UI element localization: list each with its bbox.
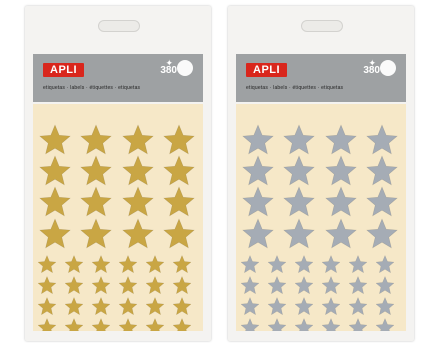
pack-header: APLI ✦ 380 etiquetas · labels · étiquett… [236, 54, 406, 102]
large-star-sticker [39, 218, 71, 249]
large-star-sticker [122, 218, 154, 249]
large-star-sticker [163, 218, 195, 249]
small-star-sticker [348, 254, 368, 274]
large-star-sticker [80, 186, 112, 217]
large-star-sticker [122, 186, 154, 217]
small-star-sticker [375, 317, 395, 331]
small-star-sticker [321, 317, 341, 331]
large-star-sticker [80, 155, 112, 186]
brand-logo: APLI [246, 63, 288, 77]
brand-logo: APLI [43, 63, 85, 77]
large-star-sticker [283, 124, 315, 155]
large-star-sticker [325, 186, 357, 217]
large-star-sticker [325, 124, 357, 155]
large-star-sticker [242, 124, 274, 155]
small-star-sticker [91, 296, 111, 316]
small-star-sticker [267, 296, 287, 316]
gold-sticker-pack: APLI ✦ 380 etiquetas · labels · étiquett… [25, 6, 211, 341]
small-star-sticker [375, 296, 395, 316]
small-star-sticker [267, 275, 287, 295]
small-star-sticker [375, 254, 395, 274]
large-star-sticker [366, 186, 398, 217]
small-star-sticker [294, 296, 314, 316]
large-star-sticker [366, 124, 398, 155]
small-star-sticker [64, 296, 84, 316]
large-star-sticker [80, 124, 112, 155]
small-star-sticker [145, 317, 165, 331]
large-star-sticker [242, 186, 274, 217]
label-languages: etiquetas · labels · étiquettes · etique… [246, 85, 344, 91]
small-star-sticker [240, 275, 260, 295]
small-star-sticker [348, 275, 368, 295]
small-star-sticker [172, 275, 192, 295]
small-star-sticker [321, 296, 341, 316]
large-star-sticker [366, 218, 398, 249]
small-star-sticker [240, 254, 260, 274]
small-star-sticker [348, 296, 368, 316]
large-star-sticker [80, 218, 112, 249]
large-star-sticker [325, 218, 357, 249]
small-star-sticker [64, 275, 84, 295]
small-star-sticker [321, 254, 341, 274]
small-star-sticker [37, 317, 57, 331]
small-star-sticker [240, 296, 260, 316]
hang-tab [301, 20, 343, 32]
large-star-sticker [163, 124, 195, 155]
small-star-sticker [37, 275, 57, 295]
small-star-sticker [37, 296, 57, 316]
shine-icon [380, 60, 396, 76]
large-star-sticker [283, 186, 315, 217]
small-star-sticker [240, 317, 260, 331]
sticker-count: 380 [363, 65, 380, 76]
large-star-sticker [242, 155, 274, 186]
pack-header: APLI ✦ 380 etiquetas · labels · étiquett… [33, 54, 203, 102]
sticker-sheet [236, 104, 406, 331]
small-star-sticker [145, 275, 165, 295]
silver-stars-grid [240, 124, 398, 331]
small-star-sticker [91, 317, 111, 331]
large-star-sticker [366, 155, 398, 186]
small-star-sticker [118, 254, 138, 274]
gold-stars-grid [37, 124, 195, 331]
small-star-sticker [91, 254, 111, 274]
small-star-sticker [64, 254, 84, 274]
small-star-sticker [118, 317, 138, 331]
small-star-sticker [172, 254, 192, 274]
small-star-sticker [375, 275, 395, 295]
large-star-sticker [39, 155, 71, 186]
large-star-sticker [242, 218, 274, 249]
small-star-sticker [118, 296, 138, 316]
sticker-count: 380 [160, 65, 177, 76]
sticker-sheet [33, 104, 203, 331]
large-star-sticker [122, 155, 154, 186]
large-star-sticker [163, 186, 195, 217]
hang-tab [98, 20, 140, 32]
label-languages: etiquetas · labels · étiquettes · etique… [43, 85, 141, 91]
large-star-sticker [325, 155, 357, 186]
large-star-sticker [283, 155, 315, 186]
large-star-sticker [283, 218, 315, 249]
large-star-sticker [39, 124, 71, 155]
small-star-sticker [118, 275, 138, 295]
small-star-sticker [294, 275, 314, 295]
large-star-sticker [163, 155, 195, 186]
small-star-sticker [321, 275, 341, 295]
large-star-sticker [39, 186, 71, 217]
small-star-sticker [91, 275, 111, 295]
small-star-sticker [348, 317, 368, 331]
large-star-sticker [122, 124, 154, 155]
small-star-sticker [172, 296, 192, 316]
small-star-sticker [294, 254, 314, 274]
small-star-sticker [64, 317, 84, 331]
silver-sticker-pack: APLI ✦ 380 etiquetas · labels · étiquett… [228, 6, 414, 341]
small-star-sticker [145, 296, 165, 316]
small-star-sticker [267, 317, 287, 331]
small-star-sticker [172, 317, 192, 331]
small-star-sticker [145, 254, 165, 274]
shine-icon [177, 60, 193, 76]
small-star-sticker [37, 254, 57, 274]
small-star-sticker [294, 317, 314, 331]
small-star-sticker [267, 254, 287, 274]
